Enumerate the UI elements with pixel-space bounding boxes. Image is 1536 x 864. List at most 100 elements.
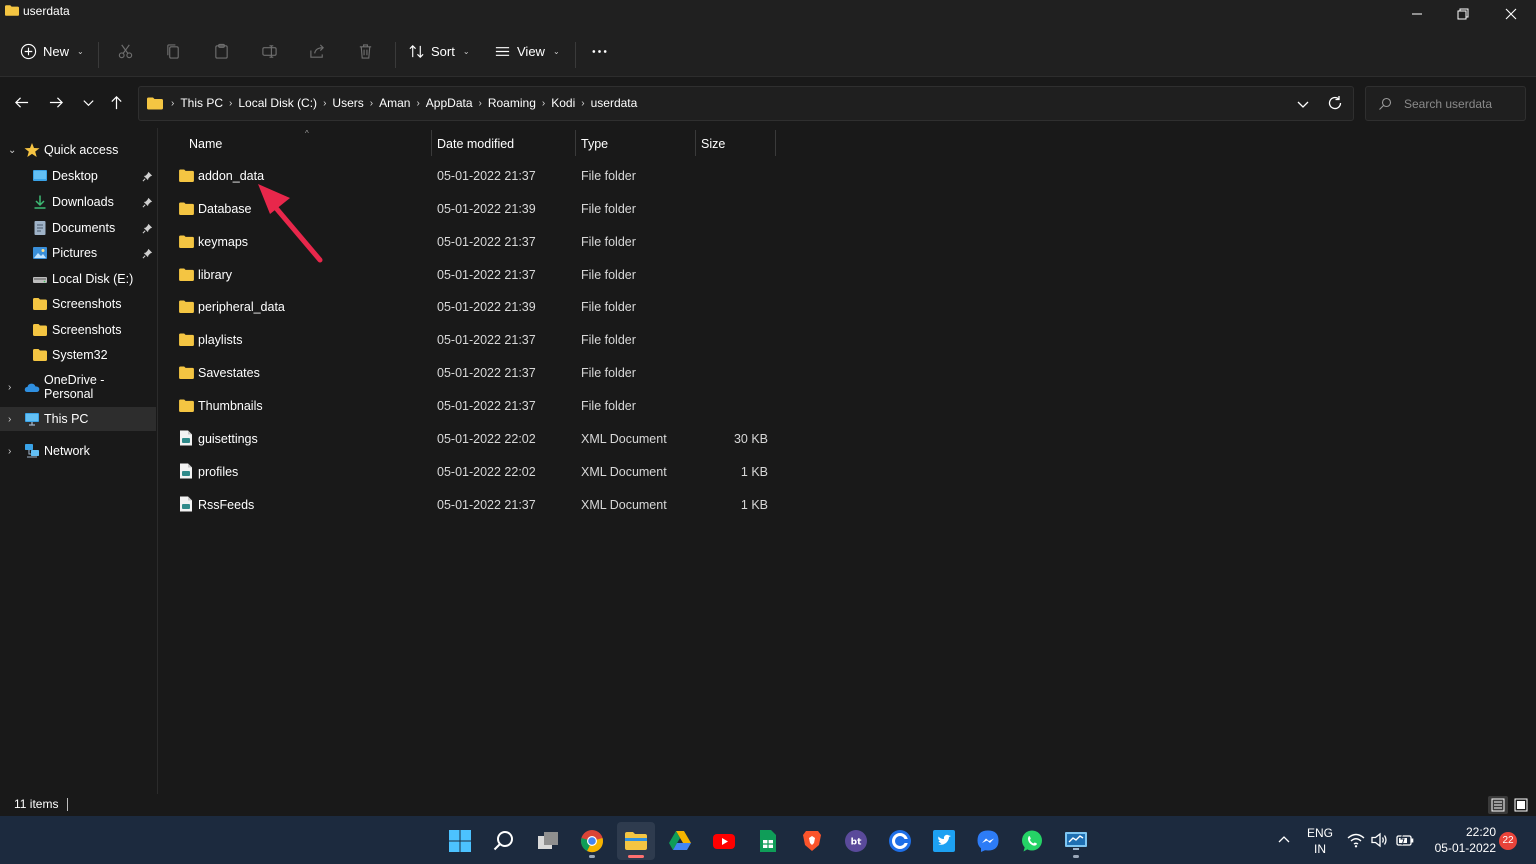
breadcrumb-item[interactable]: Aman <box>379 96 410 110</box>
taskbar-search-button[interactable] <box>485 822 523 860</box>
sidebar-item-label: Desktop <box>52 169 98 183</box>
file-type: File folder <box>581 366 636 380</box>
recent-locations-button[interactable] <box>78 92 98 112</box>
clock-time: 22:20 <box>1465 825 1496 839</box>
window-title: userdata <box>23 4 70 18</box>
sidebar-item-quick-access[interactable]: ⌄ Quick access <box>0 138 156 162</box>
taskbar-app-file-explorer[interactable] <box>617 822 655 860</box>
start-button[interactable] <box>441 822 479 860</box>
chevron-down-icon[interactable]: ⌄ <box>8 145 18 156</box>
language-indicator[interactable]: ENG IN <box>1306 825 1334 857</box>
sidebar-item-local-disk-e[interactable]: Local Disk (E:) <box>0 267 156 291</box>
search-box[interactable] <box>1365 86 1526 121</box>
file-row[interactable]: playlists 05-01-2022 21:37 File folder <box>160 324 780 357</box>
sidebar-item-screenshots[interactable]: Screenshots <box>0 292 156 316</box>
chevron-up-icon[interactable] <box>1277 833 1291 847</box>
copy-button[interactable] <box>165 38 182 64</box>
column-divider[interactable] <box>695 130 696 156</box>
sidebar-item-label: OneDrive - Personal <box>44 373 105 401</box>
address-dropdown-icon[interactable] <box>1295 96 1311 112</box>
rename-button[interactable] <box>261 38 278 64</box>
breadcrumb-item[interactable]: Roaming <box>488 96 536 110</box>
new-button[interactable]: New ⌄ <box>20 38 84 64</box>
breadcrumb-item[interactable]: userdata <box>591 96 638 110</box>
task-view-button[interactable] <box>529 822 567 860</box>
minimize-button[interactable] <box>1394 0 1440 28</box>
sort-button[interactable]: Sort ⌄ <box>408 38 470 64</box>
breadcrumb-item[interactable]: Kodi <box>551 96 575 110</box>
taskbar-app-whatsapp[interactable] <box>1013 822 1051 860</box>
search-input[interactable] <box>1404 96 1522 112</box>
details-view-button[interactable] <box>1488 796 1508 814</box>
large-icons-view-button[interactable] <box>1511 796 1531 814</box>
breadcrumb-item[interactable]: Local Disk (C:) <box>238 96 317 110</box>
taskbar-app-bt[interactable]: bt <box>837 822 875 860</box>
taskbar-app-monitor[interactable] <box>1057 822 1095 860</box>
column-header-type[interactable]: Type <box>581 130 693 158</box>
clock[interactable]: 22:20 05-01-2022 <box>1422 824 1496 856</box>
column-header-name[interactable]: Name <box>189 130 429 158</box>
file-row[interactable]: guisettings 05-01-2022 22:02 XML Documen… <box>160 423 780 456</box>
wifi-icon[interactable] <box>1347 832 1365 848</box>
notification-badge[interactable]: 22 <box>1499 832 1517 850</box>
forward-button[interactable] <box>46 92 66 112</box>
column-divider[interactable] <box>775 130 776 156</box>
breadcrumb-item[interactable]: Users <box>332 96 363 110</box>
folder-icon <box>33 324 47 336</box>
taskbar-app-youtube[interactable] <box>705 822 743 860</box>
taskbar-app-sheets[interactable] <box>749 822 787 860</box>
taskbar-app-google-drive[interactable] <box>661 822 699 860</box>
restore-button[interactable] <box>1440 0 1486 28</box>
taskbar-app-brave[interactable] <box>793 822 831 860</box>
back-button[interactable] <box>11 92 31 112</box>
sidebar-item-this-pc[interactable]: › This PC <box>0 407 156 431</box>
column-header-date[interactable]: Date modified <box>437 130 575 158</box>
bt-icon: bt <box>845 830 867 852</box>
drive-icon <box>33 277 47 283</box>
taskbar-app-twitter[interactable] <box>925 822 963 860</box>
address-bar[interactable]: › This PC › Local Disk (C:) › Users › Am… <box>138 86 1354 121</box>
file-row[interactable]: Savestates 05-01-2022 21:37 File folder <box>160 357 780 390</box>
toolbar-divider <box>98 42 99 68</box>
computer-icon <box>25 413 39 426</box>
sidebar-item-pictures[interactable]: Pictures <box>0 241 156 265</box>
column-divider[interactable] <box>431 130 432 156</box>
chevron-right-icon[interactable]: › <box>8 414 18 425</box>
battery-icon[interactable] <box>1396 832 1414 848</box>
breadcrumb-item[interactable]: AppData <box>426 96 473 110</box>
taskbar-app-messenger[interactable] <box>969 822 1007 860</box>
running-indicator <box>589 855 595 858</box>
file-row[interactable]: peripheral_data 05-01-2022 21:39 File fo… <box>160 291 780 324</box>
volume-icon[interactable] <box>1371 832 1389 848</box>
column-divider[interactable] <box>575 130 576 156</box>
sidebar-item-system32[interactable]: System32 <box>0 343 156 367</box>
clock-date: 05-01-2022 <box>1434 841 1496 855</box>
share-button[interactable] <box>309 38 326 64</box>
delete-button[interactable] <box>357 38 374 64</box>
refresh-icon[interactable] <box>1327 95 1343 111</box>
taskbar-app-c[interactable] <box>881 822 919 860</box>
close-button[interactable] <box>1488 0 1534 28</box>
close-icon <box>1505 8 1517 20</box>
up-button[interactable] <box>106 92 126 112</box>
file-row[interactable]: RssFeeds 05-01-2022 21:37 XML Document 1… <box>160 489 780 522</box>
taskbar-app-chrome[interactable] <box>573 822 611 860</box>
chevron-right-icon[interactable]: › <box>8 382 18 393</box>
more-options-button[interactable] <box>591 38 608 64</box>
chevron-right-icon[interactable]: › <box>8 446 18 457</box>
sidebar-item-screenshots[interactable]: Screenshots <box>0 318 156 342</box>
paste-button[interactable] <box>213 38 230 64</box>
file-name: Savestates <box>198 366 260 380</box>
column-header-size[interactable]: Size <box>701 130 771 158</box>
sidebar-item-downloads[interactable]: Downloads <box>0 190 156 214</box>
view-button[interactable]: View ⌄ <box>494 38 560 64</box>
file-row[interactable]: Thumbnails 05-01-2022 21:37 File folder <box>160 390 780 423</box>
sidebar-item-desktop[interactable]: Desktop <box>0 164 156 188</box>
sidebar-item-documents[interactable]: Documents <box>0 216 156 240</box>
sidebar-item-label: Local Disk (E:) <box>52 272 134 286</box>
cut-button[interactable] <box>117 38 134 64</box>
sidebar-item-network[interactable]: › Network <box>0 439 156 463</box>
sidebar-item-onedrive[interactable]: › OneDrive - Personal <box>0 373 156 401</box>
breadcrumb-item[interactable]: This PC <box>180 96 223 110</box>
file-row[interactable]: profiles 05-01-2022 22:02 XML Document 1… <box>160 456 780 489</box>
